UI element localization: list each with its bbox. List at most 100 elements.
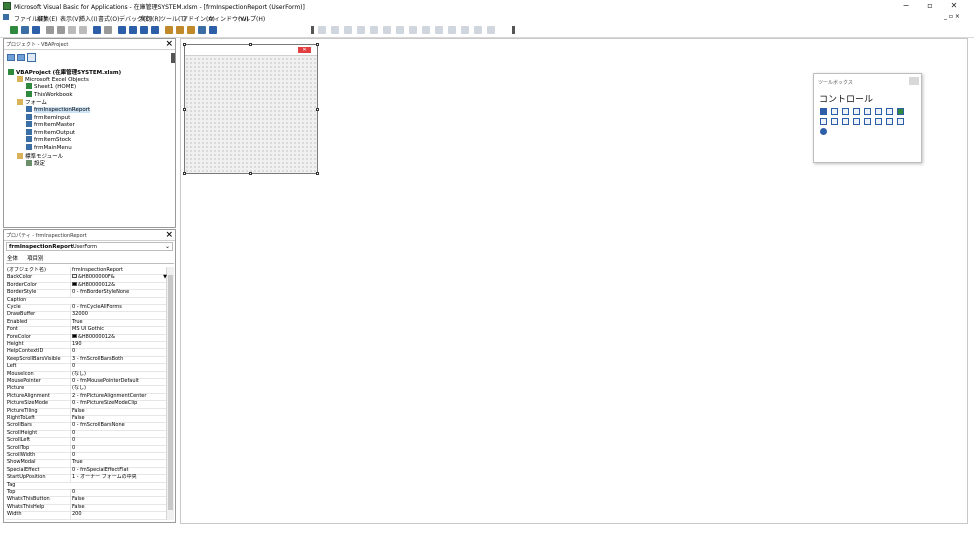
complete-word-icon[interactable]	[487, 26, 495, 34]
property-value[interactable]: 0 - fmBorderStyleNone	[70, 289, 168, 297]
resize-handle[interactable]	[183, 108, 186, 111]
paste-icon[interactable]	[68, 26, 76, 34]
object-selector[interactable]: frmInspectionReport UserForm ⌄	[6, 242, 173, 251]
excel-icon[interactable]	[10, 26, 18, 34]
property-value[interactable]: 1 - オーナー フォームの中央	[70, 474, 168, 482]
textbox-icon[interactable]	[842, 108, 849, 115]
property-value[interactable]: 0 - fmScrollBarsNone	[70, 422, 168, 430]
tree-item[interactable]: frmItemInput	[26, 113, 70, 121]
toolbox-close-icon[interactable]	[909, 77, 919, 85]
refedit-icon[interactable]	[897, 118, 904, 125]
property-value[interactable]: 190	[70, 341, 168, 349]
tree-item[interactable]: frmItemMaster	[26, 121, 75, 128]
cut-icon[interactable]	[46, 26, 54, 34]
redo-icon[interactable]	[104, 26, 112, 34]
resize-handle[interactable]	[316, 172, 319, 175]
multipage-icon[interactable]	[853, 118, 860, 125]
property-value[interactable]: 0 - fmCycleAllForms	[70, 304, 168, 312]
combobox-icon[interactable]	[853, 108, 860, 115]
property-value[interactable]: (なし)	[70, 370, 168, 378]
close-button[interactable]: ✕	[942, 1, 966, 11]
resize-handle[interactable]	[316, 43, 319, 46]
bookmark-icon[interactable]	[383, 26, 391, 34]
undo-icon[interactable]	[93, 26, 101, 34]
spinbutton-icon[interactable]	[875, 118, 882, 125]
resize-handle[interactable]	[316, 108, 319, 111]
toggle-breakpoint-icon[interactable]	[344, 26, 352, 34]
scrollbar-icon[interactable]	[864, 118, 871, 125]
list-properties-icon[interactable]	[435, 26, 443, 34]
prev-bookmark-icon[interactable]	[409, 26, 417, 34]
property-value[interactable]: 0	[70, 429, 168, 438]
property-value[interactable]: 0	[70, 348, 168, 356]
list-constants-icon[interactable]	[448, 26, 456, 34]
property-value[interactable]: False	[70, 496, 168, 504]
reset-icon[interactable]	[140, 26, 148, 34]
view-code-icon[interactable]	[7, 54, 15, 61]
properties-close-icon[interactable]: ×	[165, 230, 173, 240]
project-close-icon[interactable]: ×	[165, 39, 173, 49]
quick-info-icon[interactable]	[461, 26, 469, 34]
property-value[interactable]: 0	[70, 363, 168, 371]
comment-block-icon[interactable]	[357, 26, 365, 34]
image-icon[interactable]	[886, 118, 893, 125]
optionbutton-icon[interactable]	[886, 108, 893, 115]
help-icon[interactable]	[209, 26, 217, 34]
tree-item[interactable]: frmItemOutput	[26, 128, 75, 136]
find-icon[interactable]	[79, 26, 87, 34]
tabstrip-icon[interactable]	[842, 118, 849, 125]
property-value[interactable]: False	[70, 415, 168, 423]
menu-item[interactable]: 書式(O)	[98, 14, 119, 23]
select-objects-icon[interactable]	[820, 108, 827, 115]
project-explorer-icon[interactable]	[165, 26, 173, 34]
property-value[interactable]: 0	[70, 452, 168, 460]
commandbutton-icon[interactable]	[831, 118, 838, 125]
copy-icon[interactable]	[57, 26, 65, 34]
property-value[interactable]: 0	[70, 444, 168, 452]
property-value[interactable]: &H8000000F& ▼	[70, 274, 168, 282]
property-value[interactable]: True	[70, 318, 168, 327]
clear-bookmarks-icon[interactable]	[422, 26, 430, 34]
indent-icon[interactable]	[318, 26, 326, 34]
tree-item[interactable]: frmMainMenu	[26, 144, 72, 151]
property-value[interactable]: 0 - fmSpecialEffectFlat	[70, 466, 168, 475]
label-icon[interactable]	[831, 108, 838, 115]
tree-item[interactable]: frmInspectionReport	[26, 106, 91, 113]
resize-handle[interactable]	[183, 172, 186, 175]
toolbar-grip[interactable]	[512, 26, 515, 34]
toolbox-icon[interactable]	[198, 26, 206, 34]
pane-splitter[interactable]	[171, 53, 175, 63]
scrollbar-thumb[interactable]	[168, 275, 173, 510]
togglebutton-icon[interactable]	[897, 108, 904, 115]
parameter-info-icon[interactable]	[474, 26, 482, 34]
property-value[interactable]: &H80000012&	[70, 281, 168, 290]
object-browser-icon[interactable]	[187, 26, 195, 34]
menu-item[interactable]: ヘルプ(H)	[238, 14, 265, 23]
property-value[interactable]: 3 - fmScrollBarsBoth	[70, 355, 168, 364]
menu-item[interactable]: 表示(V)	[60, 14, 81, 23]
child-window-controls[interactable]: _ ▫ ×	[944, 13, 960, 20]
property-value[interactable]: False	[70, 503, 168, 512]
minimize-button[interactable]: −	[894, 1, 918, 11]
properties-icon[interactable]	[176, 26, 184, 34]
resize-handle[interactable]	[249, 172, 252, 175]
property-row[interactable]: Width 200	[6, 511, 166, 520]
property-value[interactable]: 0 - fmMousePointerDefault	[70, 378, 168, 386]
save-icon[interactable]	[32, 26, 40, 34]
menu-item[interactable]: 挿入(I)	[79, 14, 97, 23]
run-icon[interactable]	[118, 26, 126, 34]
resize-handle[interactable]	[183, 43, 186, 46]
toolbar-grip[interactable]	[311, 26, 314, 34]
tab-alphabetic[interactable]: 全体	[7, 254, 18, 262]
property-value[interactable]: True	[70, 459, 168, 467]
tree-item[interactable]: Sheet1 (HOME)	[26, 83, 76, 90]
listbox-icon[interactable]	[864, 108, 871, 115]
tree-item[interactable]: 設定	[26, 159, 45, 167]
property-value[interactable]: 0 - fmPictureSizeModeClip	[70, 400, 168, 408]
view-object-icon[interactable]	[17, 54, 25, 61]
property-value[interactable]: 2 - fmPictureAlignmentCenter	[70, 392, 168, 401]
toolbox-tab-controls[interactable]: コントロール	[819, 92, 873, 105]
property-value[interactable]: (なし)	[70, 385, 168, 393]
tree-item[interactable]: Microsoft Excel Objects	[17, 75, 89, 83]
property-value[interactable]: 0	[70, 489, 168, 497]
